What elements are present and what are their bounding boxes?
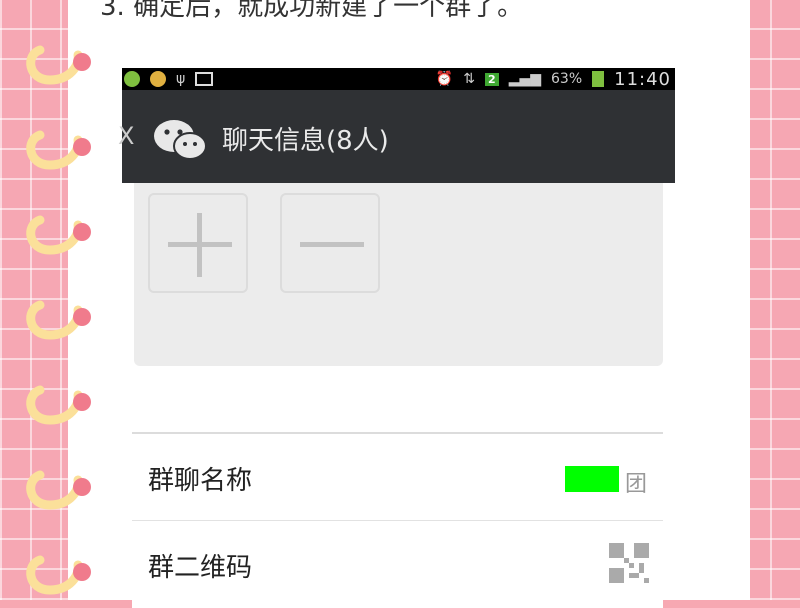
phone-screenshot: ψ ⏰ ⇅ 2 ▂▄▆ 63% 11:40 X 聊天信息(8人) 群聊名称 团 … [118,68,675,608]
ring-icon [26,45,83,595]
wechat-icon [154,120,207,160]
network-badge: 2 [485,72,499,86]
remove-member-button[interactable] [280,193,380,293]
back-button[interactable]: X [118,122,134,150]
chat-title-bar: X 聊天信息(8人) [118,90,675,183]
paper-edge [740,0,750,600]
app-notification-icon [124,71,140,87]
qr-code-icon [609,543,649,583]
settings-list: 群聊名称 团 群二维码 [132,432,663,608]
group-name-label: 群聊名称 [148,466,253,496]
add-member-button[interactable] [148,193,248,293]
group-qr-row[interactable]: 群二维码 [132,520,663,608]
battery-percent: 63% [551,71,583,87]
data-transfer-icon: ⇅ [463,71,476,87]
signal-icon: ▂▄▆ [508,71,541,87]
members-panel [134,183,663,366]
group-name-highlight [565,466,619,492]
usb-icon: ψ [176,71,186,87]
image-icon [195,72,214,86]
group-qr-label: 群二维码 [148,553,253,583]
group-name-value: 团 [624,472,647,497]
notebook-rings [26,45,91,595]
status-time: 11:40 [614,68,671,90]
instruction-text: 3. 确定后，就成功新建了一个群了。 [100,0,524,22]
chat-title: 聊天信息(8人) [222,126,389,156]
alarm-icon: ⏰ [435,71,454,87]
status-bar: ψ ⏰ ⇅ 2 ▂▄▆ 63% 11:40 [122,68,675,90]
group-name-row[interactable]: 群聊名称 团 [132,432,663,520]
weather-icon [150,71,166,87]
battery-icon [592,71,605,87]
